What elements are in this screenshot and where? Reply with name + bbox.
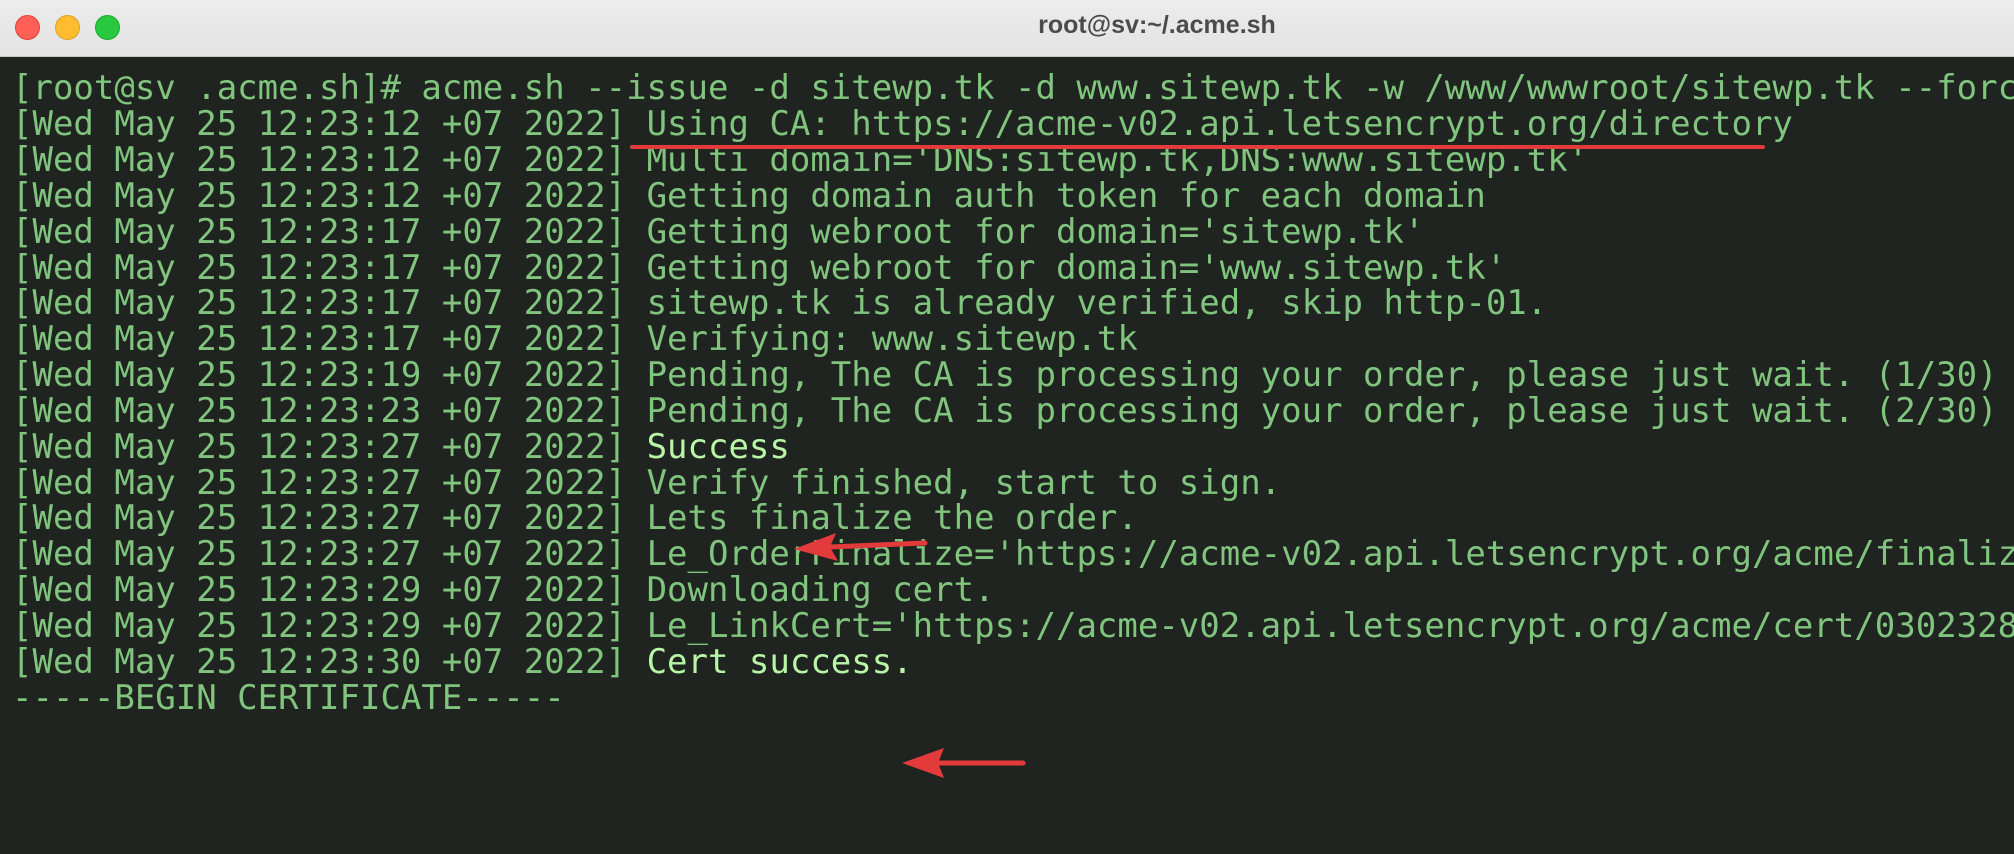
log-message: Pending, The CA is processing your order… bbox=[646, 391, 1998, 431]
annotation-arrow-icon bbox=[794, 533, 928, 561]
log-message-cert-success: Cert success. bbox=[646, 642, 913, 682]
annotation-underline bbox=[630, 145, 1765, 149]
window-title: root@sv:~/.acme.sh bbox=[1038, 11, 1276, 39]
title-bar[interactable]: root@sv:~/.acme.sh bbox=[0, 0, 2014, 57]
trailing-output-line: -----BEGIN CERTIFICATE----- bbox=[12, 678, 565, 718]
annotation-arrow-icon bbox=[902, 748, 1026, 778]
terminal-window: root@sv:~/.acme.sh [root@sv .acme.sh]# a… bbox=[0, 0, 2014, 854]
terminal-output[interactable]: [root@sv .acme.sh]# acme.sh --issue -d s… bbox=[0, 57, 2014, 854]
